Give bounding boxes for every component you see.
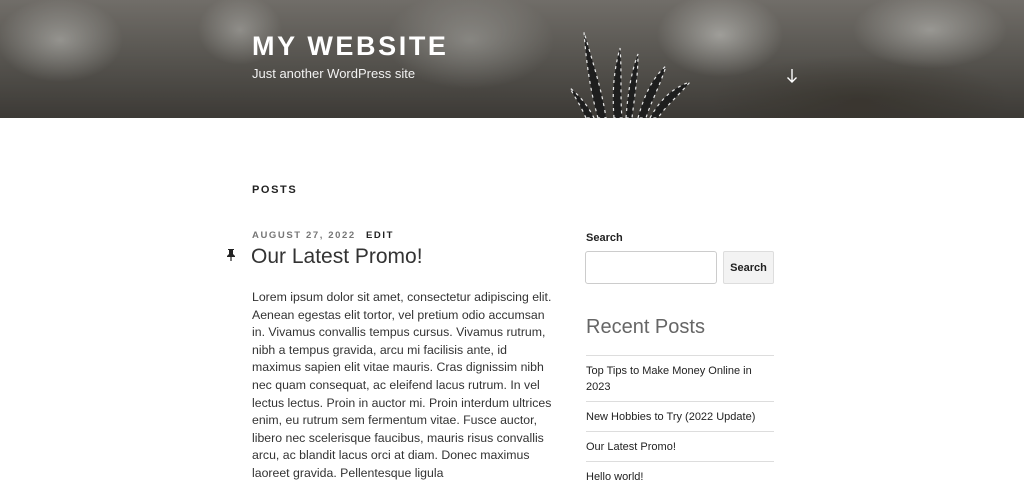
post-date[interactable]: AUGUST 27, 2022 [252,230,356,241]
list-item: New Hobbies to Try (2022 Update) [586,401,774,431]
edit-link[interactable]: EDIT [366,230,394,241]
site-header: MY WEBSITE Just another WordPress site [0,0,1024,118]
recent-post-link[interactable]: Hello world! [586,471,643,483]
recent-post-link[interactable]: New Hobbies to Try (2022 Update) [586,411,755,423]
list-item: Top Tips to Make Money Online in 2023 [586,355,774,401]
site-description: Just another WordPress site [252,66,416,81]
recent-posts-title: Recent Posts [586,316,705,338]
search-label: Search [586,232,623,244]
arrow-down-icon[interactable] [785,67,799,85]
recent-post-link[interactable]: Top Tips to Make Money Online in 2023 [586,365,752,393]
search-input[interactable] [585,251,717,284]
page-title: POSTS [252,184,298,196]
post-title[interactable]: Our Latest Promo! [251,245,423,269]
post-meta: AUGUST 27, 2022 EDIT [252,230,394,241]
site-title[interactable]: MY WEBSITE [252,31,449,62]
header-image [0,0,1024,118]
thumbtack-icon [227,249,235,261]
list-item: Hello world! [586,461,774,485]
plant-decoration [569,31,692,118]
list-item: Our Latest Promo! [586,431,774,461]
search-button[interactable]: Search [723,251,774,284]
post-content: Lorem ipsum dolor sit amet, consectetur … [252,290,552,480]
recent-posts-list: Top Tips to Make Money Online in 2023 Ne… [586,355,774,485]
recent-post-link[interactable]: Our Latest Promo! [586,441,676,453]
